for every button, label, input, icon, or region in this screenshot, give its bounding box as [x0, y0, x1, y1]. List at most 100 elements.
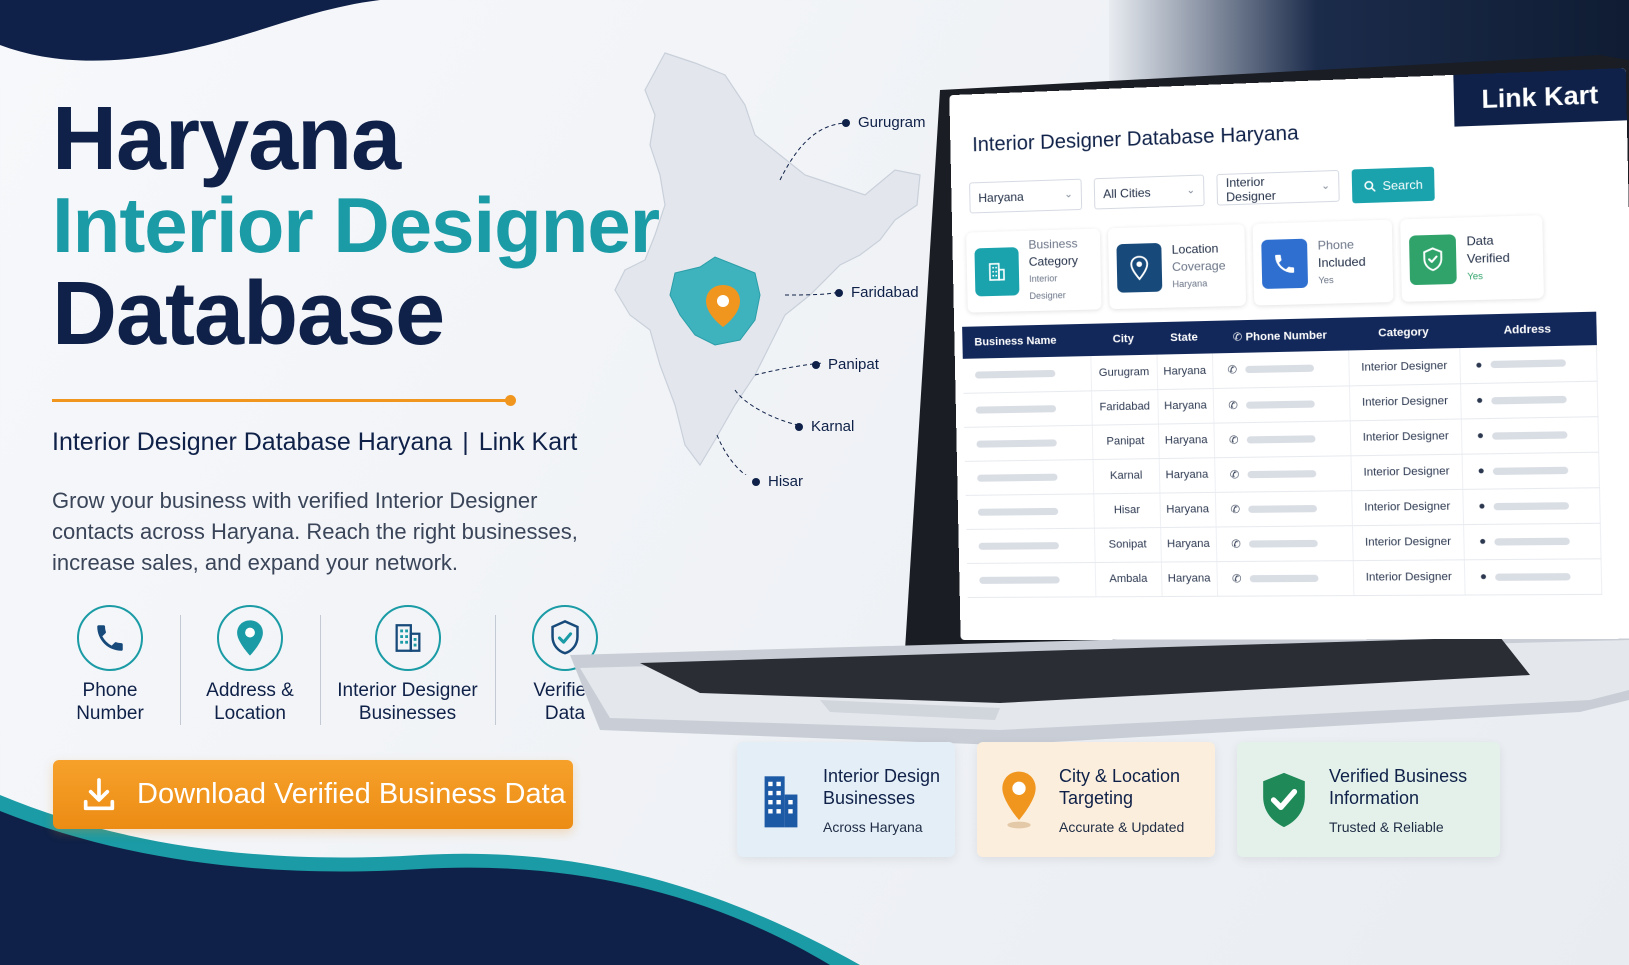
chevron-down-icon: ⌄: [1321, 180, 1331, 193]
cell-phone: ✆: [1213, 385, 1350, 423]
cell-address: ●: [1464, 558, 1602, 595]
card-title-line-1: City & Location: [1059, 765, 1181, 786]
col-category[interactable]: Category: [1347, 314, 1460, 351]
location-pin-icon: ●: [1476, 429, 1485, 443]
location-pin-icon: ●: [1479, 535, 1487, 548]
hero-title-line-1: Haryana: [52, 89, 401, 189]
location-pin-icon: ●: [1478, 500, 1486, 513]
cell-city: Gurugram: [1090, 354, 1158, 391]
cell-city: Ambala: [1095, 561, 1162, 597]
col-city[interactable]: City: [1090, 322, 1157, 357]
col-phone-number[interactable]: ✆ Phone Number: [1211, 317, 1349, 354]
shield-check-icon: [1408, 234, 1457, 286]
search-button[interactable]: Search: [1351, 166, 1435, 204]
stat-card-phone-included: Phone Included Yes: [1252, 219, 1394, 306]
download-button[interactable]: Download Verified Business Data: [53, 760, 573, 829]
location-pin-icon: [1116, 242, 1163, 293]
hero-description: Grow your business with verified Interio…: [52, 488, 578, 575]
cell-state: Haryana: [1157, 388, 1214, 424]
feature-phone-label: Phone Number: [76, 680, 144, 724]
cell-phone: ✆: [1213, 420, 1351, 458]
hero-title-line-3: Database: [52, 263, 445, 364]
card-title-line-2: Businesses: [823, 787, 916, 808]
col-state[interactable]: State: [1155, 320, 1213, 355]
col-business-name[interactable]: Business Name: [962, 323, 1091, 359]
card-subtitle: Trusted & Reliable: [1329, 818, 1444, 835]
hero-title-line-2: Interior Designer: [52, 181, 660, 270]
phone-icon: [1261, 238, 1309, 289]
city-label-panipat: Panipat: [812, 356, 879, 373]
cell-city: Panipat: [1092, 423, 1159, 460]
hero-divider: [52, 395, 516, 406]
cell-category: Interior Designer: [1352, 524, 1465, 561]
screen-title: Interior Designer Database Haryana: [972, 122, 1299, 157]
table-row[interactable]: Ambala Haryana ✆ Interior Designer ●: [967, 558, 1602, 597]
city-label-faridabad: Faridabad: [835, 284, 919, 301]
cell-category: Interior Designer: [1349, 383, 1462, 421]
stat-card-data-verified: Data Verified Yes: [1400, 215, 1544, 302]
cell-phone: ✆: [1216, 560, 1354, 596]
city-label-hisar: Hisar: [752, 473, 803, 490]
cell-city: Sonipat: [1094, 527, 1161, 563]
cell-phone: ✆: [1214, 455, 1352, 492]
business-table: Business Name City State ✆ Phone Number …: [962, 311, 1602, 598]
phone-icon: ✆: [1231, 537, 1241, 551]
cell-phone: ✆: [1215, 525, 1353, 562]
cell-state: Haryana: [1159, 491, 1216, 528]
cell-business-name: [966, 527, 1096, 563]
cell-address: ●: [1462, 487, 1601, 525]
stat-card-location-coverage: Location Coverage Haryana: [1107, 224, 1247, 310]
phone-icon: ✆: [1230, 503, 1241, 516]
phone-icon: ✆: [1227, 364, 1238, 377]
subtitle-left: Interior Designer Database Haryana: [52, 428, 453, 456]
cell-address: ●: [1460, 380, 1598, 419]
card-subtitle: Across Haryana: [823, 818, 923, 835]
download-icon: [83, 777, 115, 810]
location-pin-icon: ●: [1477, 464, 1485, 478]
laptop-screen: Link Kart Interior Designer Database Har…: [949, 68, 1629, 641]
city-label-karnal: Karnal: [795, 418, 854, 435]
city-label-gurugram: Gurugram: [842, 114, 926, 131]
card-title-line-2: Information: [1329, 787, 1420, 808]
cell-city: Hisar: [1093, 492, 1161, 528]
cell-category: Interior Designer: [1350, 453, 1463, 491]
col-address[interactable]: Address: [1458, 311, 1597, 349]
subtitle-right: Link Kart: [478, 428, 578, 456]
cell-address: ●: [1459, 345, 1598, 384]
city-select[interactable]: All Cities ⌄: [1093, 174, 1205, 210]
phone-icon: ✆: [1232, 330, 1246, 344]
download-button-label: Download Verified Business Data: [137, 778, 566, 810]
cell-phone: ✆: [1215, 490, 1353, 527]
cell-category: Interior Designer: [1348, 348, 1461, 386]
card-subtitle: Accurate & Updated: [1059, 818, 1185, 835]
cell-business-name: [963, 390, 1093, 427]
cell-category: Interior Designer: [1352, 559, 1465, 596]
hero-subtitle: Interior Designer Database Haryana | Link …: [52, 428, 577, 457]
feature-businesses: Interior Designer Businesses: [320, 605, 495, 725]
bottom-card-city-targeting: City & Location Targeting Accurate & Upd…: [977, 742, 1215, 857]
cell-business-name: [965, 493, 1095, 529]
card-title-line-1: Interior Design: [823, 765, 941, 786]
subtitle-separator: |: [462, 428, 469, 456]
search-icon: [1363, 179, 1376, 192]
phone-icon: ✆: [1229, 468, 1240, 481]
table-row[interactable]: Sonipat Haryana ✆ Interior Designer ●: [966, 522, 1602, 563]
feature-verified: Verified Data: [495, 605, 635, 725]
table-row[interactable]: Hisar Haryana ✆ Interior Designer ●: [965, 487, 1601, 529]
feature-address-label: Address & Location: [206, 680, 294, 724]
phone-icon: ✆: [1228, 399, 1239, 412]
feature-address: Address & Location: [180, 605, 320, 725]
stat-card-business-category: Business Category Interior Designer: [966, 228, 1102, 313]
hero-title: Haryana Interior Designer Database: [52, 89, 660, 364]
feature-list: Phone Number Address & Location Interior D…: [40, 605, 635, 725]
phone-icon: ✆: [1231, 572, 1242, 585]
chevron-down-icon: ⌄: [1064, 189, 1073, 201]
location-pin-icon: [1002, 771, 1036, 828]
card-title-line-2: Targeting: [1059, 787, 1134, 808]
category-select[interactable]: Interior Designer ⌄: [1216, 169, 1340, 206]
filter-bar: Haryana ⌄ All Cities ⌄ Interior Designer ⌄ …: [969, 166, 1435, 216]
state-select[interactable]: Haryana ⌄: [969, 178, 1083, 214]
building-icon: [374, 605, 441, 671]
top-wave-decoration: [0, 0, 380, 61]
feature-phone: Phone Number: [40, 605, 180, 725]
